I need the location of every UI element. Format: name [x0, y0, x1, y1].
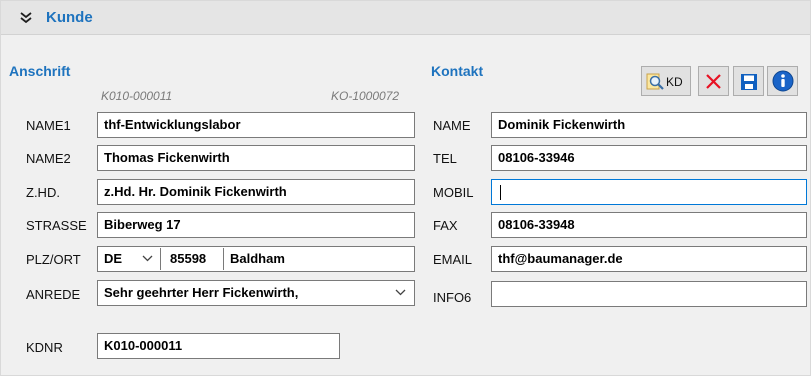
panel-title: Kunde [46, 9, 93, 26]
text-caret [500, 185, 501, 200]
email-input[interactable]: thf@baumanager.de [491, 246, 807, 272]
name2-input[interactable]: Thomas Fickenwirth [97, 145, 415, 171]
ort-input[interactable]: Baldham [230, 247, 285, 271]
save-icon [741, 74, 757, 90]
panel-header[interactable]: Kunde [1, 1, 810, 35]
kontakt-title: Kontakt [431, 63, 484, 79]
delete-icon [706, 74, 721, 89]
name1-label: NAME1 [26, 118, 71, 133]
info-button[interactable] [767, 66, 798, 96]
anrede-dropdown-icon[interactable] [395, 289, 406, 296]
anrede-value: Sehr geehrter Herr Fickenwirth, [104, 285, 299, 300]
strasse-label: STRASSE [26, 218, 87, 233]
tel-label: TEL [433, 151, 457, 166]
save-button[interactable] [733, 66, 764, 96]
plzort-label: PLZ/ORT [26, 252, 81, 267]
info6-input[interactable] [491, 281, 807, 307]
search-kd-label: KD [666, 75, 683, 89]
info6-label: INFO6 [433, 290, 472, 305]
country-dropdown-icon[interactable] [142, 255, 153, 262]
anrede-label: ANREDE [26, 287, 81, 302]
fax-input[interactable]: 08106-33948 [491, 212, 807, 238]
divider [160, 248, 161, 270]
strasse-input[interactable]: Biberweg 17 [97, 212, 415, 238]
divider [223, 248, 224, 270]
kontakt-name-input[interactable]: Dominik Fickenwirth [491, 112, 807, 138]
mobil-input[interactable] [491, 179, 807, 205]
anschrift-title: Anschrift [9, 63, 71, 79]
kdnr-input[interactable]: K010-000011 [97, 333, 340, 359]
email-label: EMAIL [433, 252, 473, 267]
kunde-panel: Kunde Anschrift K010-000011 KO-1000072 N… [0, 0, 811, 376]
fax-label: FAX [433, 218, 458, 233]
kdnr-label: KDNR [26, 340, 63, 355]
zhd-input[interactable]: z.Hd. Hr. Dominik Fickenwirth [97, 179, 415, 205]
contact-id-hint: KO-1000072 [331, 89, 400, 103]
search-kd-icon [646, 73, 664, 90]
name1-input[interactable]: thf-Entwicklungslabor [97, 112, 415, 138]
delete-button[interactable] [698, 66, 729, 96]
search-kd-button[interactable]: KD [641, 66, 691, 96]
anrede-select[interactable]: Sehr geehrter Herr Fickenwirth, [97, 280, 415, 306]
customer-id-hint: K010-000011 [101, 89, 173, 103]
plzort-group: DE 85598 Baldham [97, 246, 415, 272]
name2-label: NAME2 [26, 151, 71, 166]
plz-input[interactable]: 85598 [170, 247, 206, 271]
collapse-chevron-icon[interactable] [20, 12, 32, 23]
tel-input[interactable]: 08106-33946 [491, 145, 807, 171]
zhd-label: Z.HD. [26, 185, 60, 200]
kontakt-name-label: NAME [433, 118, 471, 133]
mobil-label: MOBIL [433, 185, 474, 200]
country-select[interactable]: DE [104, 247, 122, 271]
info-icon [772, 70, 794, 92]
